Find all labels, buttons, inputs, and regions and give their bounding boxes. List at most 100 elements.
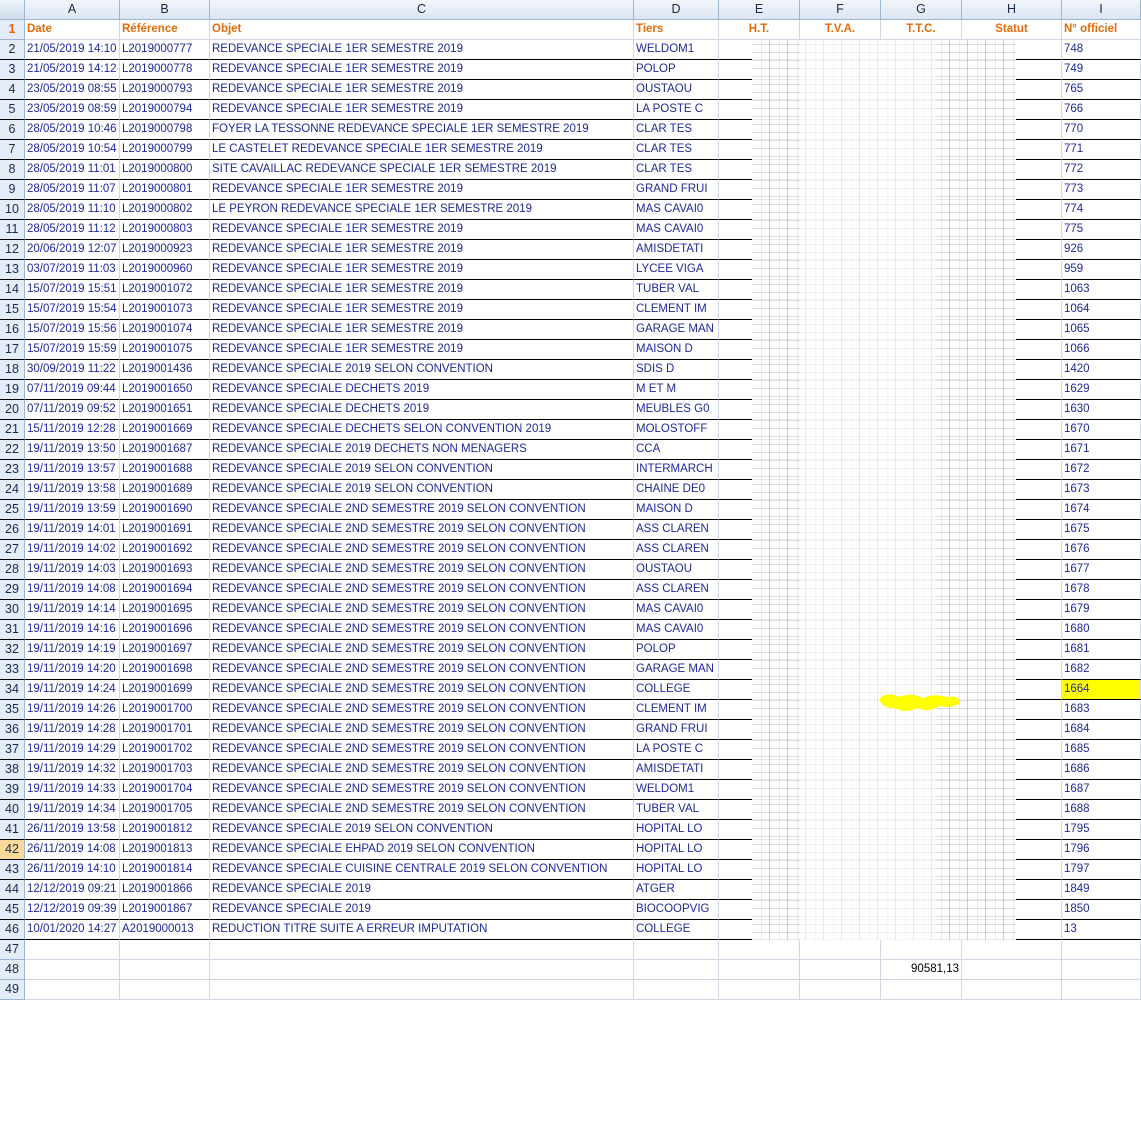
- tiers-cell[interactable]: COLLEGE: [634, 680, 719, 700]
- redacted-cell-f[interactable]: [800, 400, 881, 420]
- redacted-cell-h[interactable]: [962, 800, 1062, 820]
- tiers-cell[interactable]: INTERMARCH: [634, 460, 719, 480]
- reference-cell[interactable]: L2019001687: [120, 440, 210, 460]
- objet-cell[interactable]: REDEVANCE SPECIALE DECHETS 2019: [210, 380, 634, 400]
- objet-cell[interactable]: REDEVANCE SPECIALE 2019 DECHETS NON MENA…: [210, 440, 634, 460]
- reference-cell[interactable]: L2019001695: [120, 600, 210, 620]
- date-cell[interactable]: 28/05/2019 11:10: [25, 200, 120, 220]
- column-header-e[interactable]: E: [719, 0, 800, 20]
- date-cell[interactable]: 19/11/2019 14:20: [25, 660, 120, 680]
- redacted-cell-f[interactable]: [800, 560, 881, 580]
- tiers-cell[interactable]: MAISON D: [634, 500, 719, 520]
- reference-cell[interactable]: L2019001866: [120, 880, 210, 900]
- empty-cell[interactable]: [1062, 980, 1141, 1000]
- redacted-cell-h[interactable]: [962, 220, 1062, 240]
- reference-cell[interactable]: L2019001705: [120, 800, 210, 820]
- reference-cell[interactable]: L2019001692: [120, 540, 210, 560]
- redacted-cell-h[interactable]: [962, 180, 1062, 200]
- tiers-cell[interactable]: M ET M: [634, 380, 719, 400]
- row-header[interactable]: 21: [0, 420, 25, 440]
- tiers-cell[interactable]: POLOP: [634, 640, 719, 660]
- tiers-cell[interactable]: ASS CLAREN: [634, 580, 719, 600]
- redacted-cell-f[interactable]: [800, 460, 881, 480]
- row-header[interactable]: 8: [0, 160, 25, 180]
- objet-cell[interactable]: REDEVANCE SPECIALE 1ER SEMESTRE 2019: [210, 320, 634, 340]
- ttc-total-cell[interactable]: 90581,13: [881, 960, 962, 980]
- row-header[interactable]: 36: [0, 720, 25, 740]
- redacted-cell-e[interactable]: [719, 140, 800, 160]
- objet-cell[interactable]: REDEVANCE SPECIALE 2019: [210, 880, 634, 900]
- row-header[interactable]: 37: [0, 740, 25, 760]
- row-header[interactable]: 42: [0, 840, 25, 860]
- redacted-cell-e[interactable]: [719, 500, 800, 520]
- officiel-cell[interactable]: 13: [1062, 920, 1141, 940]
- redacted-cell-f[interactable]: [800, 40, 881, 60]
- date-cell[interactable]: 15/07/2019 15:56: [25, 320, 120, 340]
- redacted-cell-f[interactable]: [800, 760, 881, 780]
- tiers-cell[interactable]: TUBER VAL: [634, 800, 719, 820]
- redacted-cell-g[interactable]: [881, 780, 962, 800]
- redacted-cell-f[interactable]: [800, 380, 881, 400]
- row-header[interactable]: 22: [0, 440, 25, 460]
- officiel-cell[interactable]: 926: [1062, 240, 1141, 260]
- officiel-cell[interactable]: 1685: [1062, 740, 1141, 760]
- redacted-cell-h[interactable]: [962, 580, 1062, 600]
- header-cell-f[interactable]: T.V.A.: [800, 20, 881, 40]
- officiel-cell[interactable]: 1795: [1062, 820, 1141, 840]
- redacted-cell-f[interactable]: [800, 620, 881, 640]
- empty-cell[interactable]: [25, 960, 120, 980]
- reference-cell[interactable]: L2019001700: [120, 700, 210, 720]
- redacted-cell-f[interactable]: [800, 860, 881, 880]
- redacted-cell-e[interactable]: [719, 280, 800, 300]
- officiel-cell[interactable]: 1797: [1062, 860, 1141, 880]
- redacted-cell-g[interactable]: [881, 840, 962, 860]
- reference-cell[interactable]: L2019001072: [120, 280, 210, 300]
- redacted-cell-f[interactable]: [800, 820, 881, 840]
- officiel-cell[interactable]: 1796: [1062, 840, 1141, 860]
- tiers-cell[interactable]: HOPITAL LO: [634, 840, 719, 860]
- redacted-cell-f[interactable]: [800, 420, 881, 440]
- row-header[interactable]: 10: [0, 200, 25, 220]
- empty-cell[interactable]: [962, 980, 1062, 1000]
- redacted-cell-f[interactable]: [800, 160, 881, 180]
- tiers-cell[interactable]: TUBER VAL: [634, 280, 719, 300]
- reference-cell[interactable]: A2019000013: [120, 920, 210, 940]
- empty-cell[interactable]: [881, 980, 962, 1000]
- objet-cell[interactable]: REDEVANCE SPECIALE 1ER SEMESTRE 2019: [210, 60, 634, 80]
- reference-cell[interactable]: L2019001651: [120, 400, 210, 420]
- redacted-cell-f[interactable]: [800, 540, 881, 560]
- row-header[interactable]: 30: [0, 600, 25, 620]
- column-header-g[interactable]: G: [881, 0, 962, 20]
- row-header[interactable]: 1: [0, 20, 25, 40]
- redacted-cell-h[interactable]: [962, 700, 1062, 720]
- tiers-cell[interactable]: GRAND FRUI: [634, 720, 719, 740]
- reference-cell[interactable]: L2019000793: [120, 80, 210, 100]
- header-cell-d[interactable]: Tiers: [634, 20, 719, 40]
- reference-cell[interactable]: L2019001436: [120, 360, 210, 380]
- redacted-cell-h[interactable]: [962, 340, 1062, 360]
- redacted-cell-h[interactable]: [962, 820, 1062, 840]
- redacted-cell-e[interactable]: [719, 320, 800, 340]
- redacted-cell-f[interactable]: [800, 360, 881, 380]
- column-header-a[interactable]: A: [25, 0, 120, 20]
- redacted-cell-g[interactable]: [881, 320, 962, 340]
- redacted-cell-h[interactable]: [962, 300, 1062, 320]
- redacted-cell-h[interactable]: [962, 100, 1062, 120]
- tiers-cell[interactable]: CLEMENT IM: [634, 700, 719, 720]
- reference-cell[interactable]: L2019000798: [120, 120, 210, 140]
- redacted-cell-e[interactable]: [719, 240, 800, 260]
- tiers-cell[interactable]: CCA: [634, 440, 719, 460]
- row-header[interactable]: 20: [0, 400, 25, 420]
- redacted-cell-h[interactable]: [962, 240, 1062, 260]
- empty-cell[interactable]: [800, 980, 881, 1000]
- column-header-i[interactable]: I: [1062, 0, 1141, 20]
- redacted-cell-g[interactable]: [881, 240, 962, 260]
- redacted-cell-e[interactable]: [719, 780, 800, 800]
- reference-cell[interactable]: L2019001669: [120, 420, 210, 440]
- redacted-cell-e[interactable]: [719, 680, 800, 700]
- redacted-cell-g[interactable]: [881, 60, 962, 80]
- redacted-cell-g[interactable]: [881, 480, 962, 500]
- reference-cell[interactable]: L2019001814: [120, 860, 210, 880]
- officiel-cell[interactable]: 749: [1062, 60, 1141, 80]
- officiel-cell[interactable]: 1684: [1062, 720, 1141, 740]
